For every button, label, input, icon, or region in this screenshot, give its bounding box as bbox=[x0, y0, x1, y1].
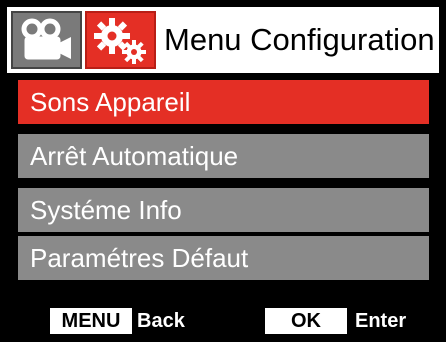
dashcam-menu-screen: Menu Configuration Sons Appareil Arrêt A… bbox=[0, 0, 446, 342]
menu-item-device-sounds[interactable]: Sons Appareil bbox=[18, 80, 429, 124]
video-mode-tab[interactable] bbox=[11, 11, 82, 69]
back-action-label: Back bbox=[137, 310, 185, 332]
menu-title: Menu Configuration bbox=[164, 22, 435, 57]
menu-item-auto-power-off[interactable]: Arrêt Automatique bbox=[18, 134, 429, 178]
button-hint-bar: MENU Back OK Enter bbox=[0, 296, 446, 342]
menu-key-hint[interactable]: MENU bbox=[50, 308, 132, 334]
menu-item-system-info[interactable]: Systéme Info bbox=[18, 188, 429, 232]
menu-item-default-settings[interactable]: Paramétres Défaut bbox=[18, 236, 429, 280]
video-camera-icon bbox=[21, 18, 71, 60]
enter-action-label: Enter bbox=[355, 310, 407, 332]
settings-tab[interactable] bbox=[85, 11, 156, 69]
ok-key-hint[interactable]: OK bbox=[265, 308, 347, 334]
settings-gears-icon bbox=[94, 18, 146, 64]
